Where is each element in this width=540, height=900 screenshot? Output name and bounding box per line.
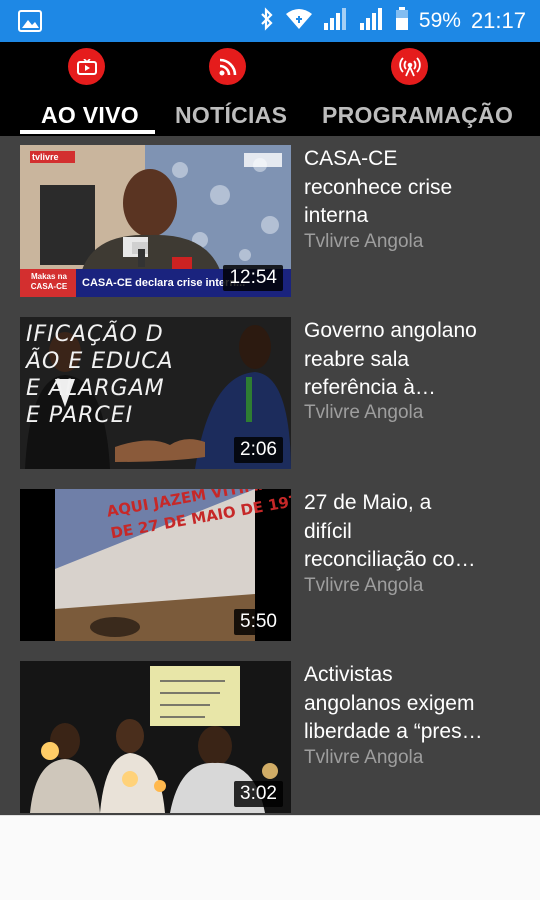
rss-icon[interactable] (209, 48, 246, 85)
video-list[interactable]: tvlivre Makas na CASA-CE CASA-CE declara… (0, 136, 540, 815)
tab-programacao[interactable]: PROGRAMAÇÃO (322, 102, 513, 129)
video-title[interactable]: CASA-CE reconhece crise interna (304, 145, 529, 231)
battery-icon (395, 6, 409, 36)
video-thumbnail[interactable]: 3:02 (20, 661, 291, 813)
bottom-area (0, 815, 540, 900)
youtube-icon[interactable] (68, 48, 105, 85)
video-item[interactable]: IFICAÇÃO D ÃO E EDUCA E ALARGAM E PARCEI… (0, 308, 540, 469)
active-tab-indicator (20, 130, 155, 134)
wifi-icon (285, 8, 313, 35)
video-duration: 3:02 (234, 781, 283, 807)
video-thumbnail[interactable]: IFICAÇÃO D ÃO E EDUCA E ALARGAM E PARCEI… (20, 317, 291, 469)
clock: 21:17 (470, 8, 526, 33)
thumb-caption: CASA-CE declara crise intern... (82, 277, 246, 289)
image-icon (18, 10, 42, 32)
video-thumbnail[interactable]: tvlivre Makas na CASA-CE CASA-CE declara… (20, 145, 291, 297)
video-title[interactable]: 27 de Maio, a difícil reconciliação co… (304, 489, 529, 575)
video-duration: 2:06 (234, 437, 283, 463)
thumb-slogan: IFICAÇÃO D ÃO E EDUCA E ALARGAM E PARCEI (26, 322, 174, 428)
thumb-tag: Makas na CASA-CE (30, 272, 68, 291)
video-title[interactable]: Governo angolano reabre sala referência … (304, 317, 529, 403)
video-channel: Tvlivre Angola (304, 402, 424, 423)
radio-icon[interactable] (391, 48, 428, 85)
bluetooth-icon (259, 6, 275, 36)
video-channel: Tvlivre Angola (304, 231, 424, 252)
video-item[interactable]: 3:02 Activistas angolanos exigem liberda… (0, 652, 540, 813)
video-title[interactable]: Activistas angolanos exigem liberdade a … (304, 661, 529, 747)
video-item[interactable]: tvlivre Makas na CASA-CE CASA-CE declara… (0, 136, 540, 297)
tab-noticias[interactable]: NOTÍCIAS (175, 102, 287, 129)
signal-icon-2 (359, 7, 385, 36)
video-channel: Tvlivre Angola (304, 747, 424, 768)
thumb-logo: tvlivre (32, 152, 59, 162)
tab-ao-vivo[interactable]: AO VIVO (41, 102, 139, 129)
video-thumbnail[interactable]: AQUI JAZEM VITIMAS DE 27 DE MAIO DE 1977… (20, 489, 291, 641)
video-duration: 12:54 (223, 265, 283, 291)
battery-percent: 59% (418, 9, 461, 32)
status-bar: 59% 21:17 (0, 0, 540, 42)
video-duration: 5:50 (234, 609, 283, 635)
app-header: AO VIVO NOTÍCIAS PROGRAMAÇÃO (0, 42, 540, 136)
video-item[interactable]: AQUI JAZEM VITIMAS DE 27 DE MAIO DE 1977… (0, 480, 540, 641)
video-channel: Tvlivre Angola (304, 575, 424, 596)
signal-icon (323, 7, 349, 36)
